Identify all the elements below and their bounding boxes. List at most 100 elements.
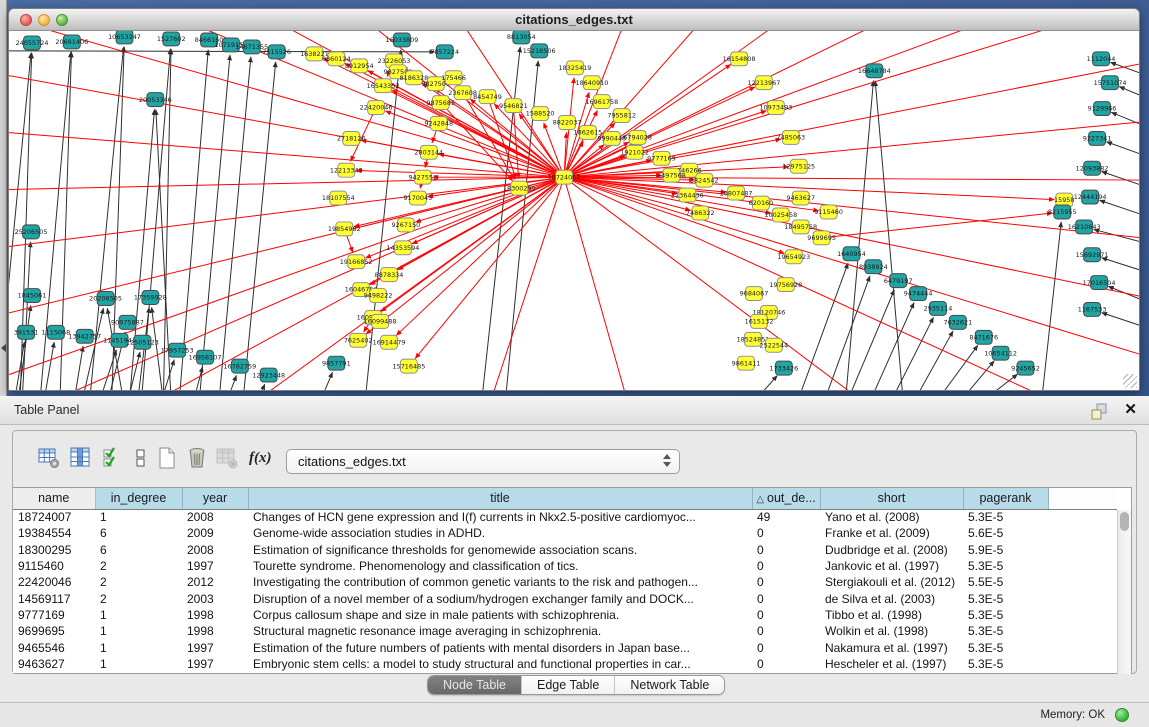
function-builder-icon[interactable]: f(x) — [249, 446, 273, 470]
graph-node[interactable]: 20691406 — [55, 35, 88, 49]
graph-node[interactable]: 16648784 — [858, 64, 891, 78]
table-cell[interactable]: 0 — [752, 590, 820, 606]
table-cell[interactable]: 1 — [95, 623, 182, 639]
table-cell[interactable]: Franke et al. (2009) — [820, 525, 963, 541]
table-cell[interactable]: 5.9E-5 — [963, 542, 1048, 558]
table-cell[interactable]: 0 — [752, 607, 820, 623]
table-cell[interactable]: 5.3E-5 — [963, 607, 1048, 623]
graph-node[interactable]: 8454749 — [473, 90, 502, 104]
graph-edge[interactable] — [127, 352, 140, 390]
graph-edge[interactable] — [44, 342, 54, 390]
column-header-pagerank[interactable]: pagerank — [963, 488, 1048, 509]
table-cell[interactable]: de Silva et al. (2003) — [820, 590, 963, 606]
graph-node[interactable]: 9115460 — [814, 205, 843, 219]
graph-edge[interactable] — [489, 177, 564, 390]
table-cell[interactable]: Dudbridge et al. (2008) — [820, 542, 963, 558]
graph-edge[interactable] — [9, 51, 435, 52]
table-cell[interactable]: Nakamura et al. (1997) — [820, 639, 963, 655]
table-scrollbar-thumb[interactable] — [1120, 512, 1129, 531]
graph-edge[interactable] — [891, 317, 933, 390]
graph-edge[interactable] — [257, 384, 265, 390]
table-cell[interactable]: 9465546 — [13, 639, 95, 655]
graph-edge[interactable] — [824, 276, 870, 390]
graph-edge[interactable] — [869, 303, 914, 390]
graph-node[interactable]: 18495758 — [784, 220, 817, 234]
graph-edge[interactable] — [513, 106, 518, 179]
graph-node[interactable]: 12975125 — [782, 159, 815, 173]
table-cell[interactable]: 2 — [95, 574, 182, 590]
graph-node[interactable]: 10653247 — [108, 31, 141, 44]
table-cell[interactable]: 1 — [95, 607, 182, 623]
graph-node[interactable]: 7485063 — [776, 130, 805, 144]
graph-edge[interactable] — [1108, 286, 1139, 305]
table-cell[interactable]: Estimation of the future numbers of pati… — [248, 639, 752, 655]
tab-edge-table[interactable]: Edge Table — [521, 676, 614, 694]
graph-node[interactable]: 9777169 — [647, 151, 676, 165]
table-cell[interactable]: 2 — [95, 590, 182, 606]
graph-edge[interactable] — [219, 57, 251, 390]
graph-node[interactable]: 12213967 — [748, 76, 781, 90]
graph-edge[interactable] — [1106, 142, 1139, 161]
table-cell[interactable]: 1998 — [182, 623, 248, 639]
graph-edge[interactable] — [564, 177, 1139, 299]
graph-edge[interactable] — [74, 346, 83, 390]
table-cell[interactable]: 0 — [752, 558, 820, 574]
panel-collapse-arrow[interactable] — [1, 344, 6, 352]
column-header-year[interactable]: year — [182, 488, 248, 509]
graph-node[interactable]: 1733426 — [769, 361, 798, 375]
graph-node[interactable]: 1845061 — [18, 289, 47, 303]
show-columns-icon[interactable] — [69, 446, 93, 470]
row-height-icon[interactable] — [129, 446, 153, 470]
graph-node[interactable]: 18640910 — [575, 76, 608, 90]
table-cell[interactable]: 6 — [95, 542, 182, 558]
table-cell[interactable]: 1997 — [182, 656, 248, 672]
graph-edge[interactable] — [9, 177, 564, 190]
memory-status-indicator[interactable] — [1115, 708, 1129, 722]
table-scrollbar[interactable] — [1117, 510, 1131, 674]
graph-node[interactable]: 7486322 — [686, 206, 715, 220]
graph-node[interactable]: 20206505 — [89, 292, 122, 306]
table-cell[interactable]: 14569117 — [13, 590, 95, 606]
table-cell[interactable]: Tourette syndrome. Phenomenology and cla… — [248, 558, 752, 574]
graph-node[interactable]: 12444194 — [1074, 190, 1107, 204]
graph-node[interactable]: 8822037 — [553, 116, 582, 130]
window-titlebar[interactable]: citations_edges.txt — [9, 9, 1139, 31]
column-header-short[interactable]: short — [820, 488, 963, 509]
graph-node[interactable]: 9684067 — [740, 287, 769, 301]
graph-edge[interactable] — [847, 290, 894, 390]
graph-node[interactable]: 9129966 — [1088, 102, 1117, 116]
graph-edge[interactable] — [412, 177, 564, 244]
column-header-in_degree[interactable]: in_degree — [95, 488, 182, 509]
column-header-name[interactable]: name — [13, 488, 95, 509]
table-cell[interactable]: 19384554 — [13, 525, 95, 541]
table-cell[interactable]: 2012 — [182, 574, 248, 590]
graph-edge[interactable] — [1119, 87, 1139, 103]
graph-node[interactable]: 22420046 — [360, 101, 393, 115]
graph-edge[interactable] — [227, 375, 236, 390]
table-row[interactable]: 1938455462009Genome-wide association stu… — [13, 525, 1117, 541]
graph-node[interactable]: 1167533 — [1078, 302, 1107, 316]
table-cell[interactable]: 5.3E-5 — [963, 590, 1048, 606]
select-rows-icon[interactable] — [101, 446, 125, 470]
graph-edge[interactable] — [959, 361, 994, 390]
table-cell[interactable]: 9463627 — [13, 656, 95, 672]
table-cell[interactable]: Hescheler et al. (1997) — [820, 656, 963, 672]
graph-edge[interactable] — [1111, 112, 1139, 130]
table-cell[interactable]: Changes of HCN gene expression and I(f) … — [248, 509, 752, 525]
table-cell[interactable]: Tibbo et al. (1998) — [820, 607, 963, 623]
table-mode-icon[interactable] — [37, 446, 61, 470]
graph-node[interactable]: 7632621 — [943, 315, 972, 329]
graph-node[interactable]: 9170045 — [403, 191, 432, 205]
graph-node[interactable]: 12923448 — [252, 368, 285, 382]
table-cell[interactable]: 2009 — [182, 525, 248, 541]
table-cell[interactable]: 5.3E-5 — [963, 639, 1048, 655]
table-row[interactable]: 1872400712008Changes of HCN gene express… — [13, 509, 1117, 525]
table-cell[interactable]: Disruption of a novel member of a sodium… — [248, 590, 752, 606]
graph-node[interactable]: 9857791 — [322, 356, 351, 370]
table-row[interactable]: 2242004622012Investigating the contribut… — [13, 574, 1117, 590]
table-cell[interactable]: 0 — [752, 656, 820, 672]
table-cell[interactable]: 18724007 — [13, 509, 95, 525]
graph-edge[interactable] — [1102, 313, 1139, 332]
graph-node[interactable]: 8471676 — [969, 330, 998, 344]
table-cell[interactable]: 22420046 — [13, 574, 95, 590]
